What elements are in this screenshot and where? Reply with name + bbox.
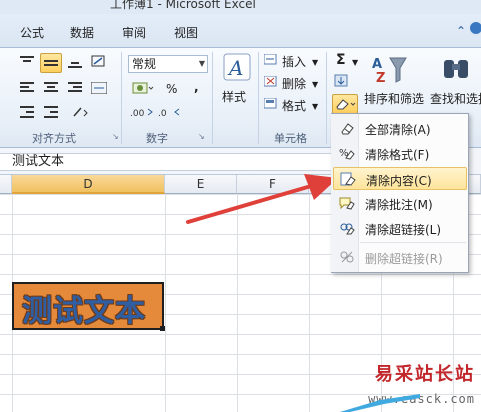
autosum-button[interactable]: Σ <box>336 52 346 68</box>
cell-text: 测试文本 <box>22 294 146 329</box>
menu-item-label: 清除内容(C) <box>366 174 432 188</box>
increase-decimal-icon[interactable]: .00 <box>130 104 154 120</box>
align-middle-icon[interactable] <box>40 53 62 73</box>
minimize-ribbon-icon[interactable]: ⌃ <box>456 24 466 38</box>
tab-data[interactable]: 数据 <box>70 24 94 41</box>
column-header-c[interactable] <box>0 175 12 194</box>
menu-item-label: 清除格式(F) <box>365 148 430 162</box>
clear-contents-icon <box>340 172 356 186</box>
number-format-combo[interactable]: 常规 ▼ <box>128 55 208 73</box>
fill-handle[interactable] <box>160 326 165 331</box>
menu-item-clear-comments[interactable]: 清除批注(M) <box>333 192 467 215</box>
comma-style-button[interactable]: , <box>194 80 199 94</box>
text-direction-icon[interactable] <box>72 104 90 120</box>
cells-group-label: 单元格 <box>274 132 307 145</box>
insert-dropdown-icon[interactable]: ▼ <box>312 58 318 67</box>
align-left-icon[interactable] <box>18 80 36 96</box>
annotation-arrow <box>186 174 338 224</box>
align-center-icon[interactable] <box>42 80 60 96</box>
sort-filter-icon[interactable]: AZ <box>372 54 408 88</box>
decrease-indent-icon[interactable] <box>18 104 36 120</box>
menu-item-label: 清除批注(M) <box>365 198 433 212</box>
remove-hyperlinks-icon <box>339 250 355 264</box>
align-right-icon[interactable] <box>66 80 84 96</box>
tab-formulas[interactable]: 公式 <box>20 24 44 41</box>
clear-button[interactable] <box>332 94 358 114</box>
group-separator <box>121 52 122 144</box>
dropdown-arrow-icon[interactable]: ▼ <box>199 56 205 72</box>
window-title: 工作薄1 - Microsoft Excel <box>110 0 256 11</box>
clear-hyperlinks-icon <box>339 221 355 235</box>
merge-center-icon[interactable] <box>90 80 108 96</box>
insert-cells-button[interactable]: 插入 <box>282 53 306 70</box>
menu-item-clear-hyperlinks[interactable]: 清除超链接(L) <box>333 217 467 240</box>
title-bar: 工作薄1 - Microsoft Excel <box>0 0 481 14</box>
autosum-dropdown-icon[interactable]: ▼ <box>352 58 358 67</box>
tab-view[interactable]: 视图 <box>174 24 198 41</box>
menu-item-clear-formats[interactable]: % 清除格式(F) <box>333 142 467 165</box>
insert-cells-icon <box>263 53 278 66</box>
orientation-icon[interactable] <box>90 54 108 70</box>
menu-separator <box>360 242 466 243</box>
alignment-group-label: 对齐方式 <box>32 132 76 145</box>
svg-text:A: A <box>227 56 243 80</box>
group-separator <box>258 52 259 144</box>
delete-dropdown-icon[interactable]: ▼ <box>312 80 318 89</box>
currency-icon[interactable] <box>130 80 156 96</box>
delete-cells-button[interactable]: 删除 <box>282 75 306 92</box>
clear-comments-icon <box>339 196 355 210</box>
watermark-swoosh <box>340 394 420 412</box>
tab-review[interactable]: 审阅 <box>122 24 146 41</box>
group-separator <box>326 52 327 144</box>
menu-item-label: 清除超链接(L) <box>365 223 442 237</box>
format-cells-button[interactable]: 格式 <box>282 97 306 114</box>
delete-cells-icon <box>263 75 278 88</box>
align-top-icon[interactable] <box>18 54 36 70</box>
number-format-value: 常规 <box>132 57 157 71</box>
format-dropdown-icon[interactable]: ▼ <box>312 102 318 111</box>
number-group-label: 数字 <box>146 132 168 145</box>
svg-text:.0: .0 <box>158 109 167 119</box>
increase-indent-icon[interactable] <box>42 104 60 120</box>
menu-item-remove-hyperlinks: 删除超链接(R) <box>333 246 467 269</box>
clear-format-icon: % <box>339 146 355 160</box>
eraser-icon <box>339 121 355 135</box>
decrease-decimal-icon[interactable]: .0 <box>158 104 182 120</box>
alignment-launcher-icon[interactable]: ↘ <box>112 132 119 141</box>
ribbon-tabs: 公式 数据 审阅 视图 ⌃ <box>0 14 481 48</box>
styles-button[interactable]: 样式 <box>222 88 246 105</box>
menu-item-label: 全部清除(A) <box>365 123 431 137</box>
find-select-icon[interactable] <box>440 54 474 88</box>
grid-line <box>165 194 166 412</box>
menu-item-clear-all[interactable]: 全部清除(A) <box>333 117 467 140</box>
svg-text:Z: Z <box>376 71 385 86</box>
menu-item-label: 删除超链接(R) <box>365 252 443 266</box>
align-bottom-icon[interactable] <box>66 54 84 70</box>
group-separator <box>212 52 213 144</box>
format-cells-icon <box>263 97 278 110</box>
number-launcher-icon[interactable]: ↘ <box>198 132 205 141</box>
styles-icon[interactable]: A <box>222 52 252 86</box>
svg-text:A: A <box>372 57 382 72</box>
sort-filter-button[interactable]: 排序和筛选 <box>364 90 424 107</box>
svg-text:.00: .00 <box>130 109 145 119</box>
column-header-d[interactable]: D <box>12 175 165 194</box>
help-icon[interactable] <box>470 22 481 34</box>
percent-style-button[interactable]: % <box>166 82 177 96</box>
fill-icon[interactable] <box>334 74 350 88</box>
find-select-button[interactable]: 查找和选择 <box>430 90 481 107</box>
watermark-title: 易采站长站 <box>375 364 475 385</box>
menu-item-clear-contents[interactable]: 清除内容(C) <box>333 167 467 190</box>
